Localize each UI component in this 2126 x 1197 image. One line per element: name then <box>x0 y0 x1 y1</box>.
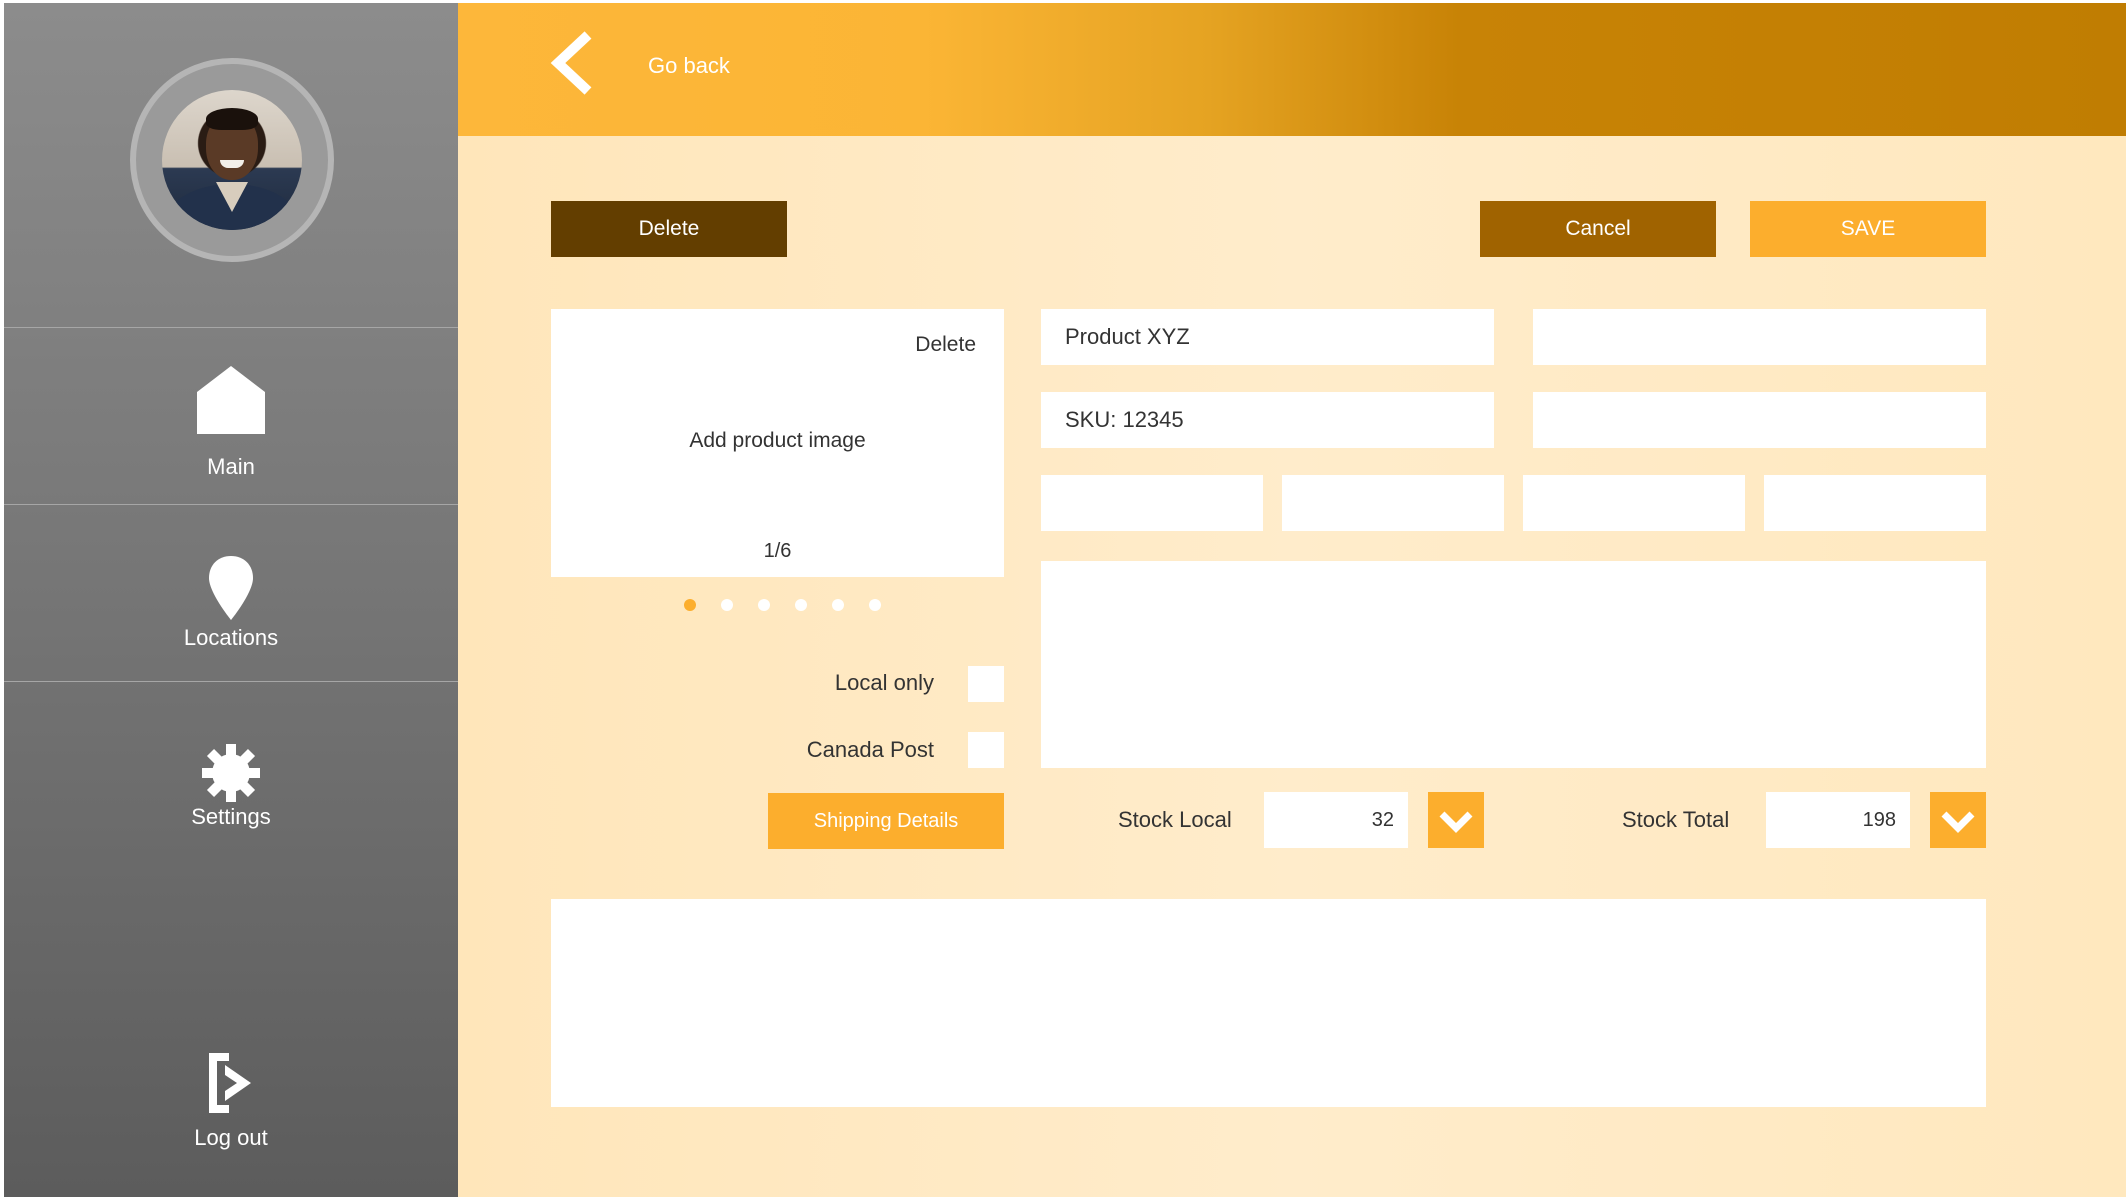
sidebar-item-label: Locations <box>183 625 279 650</box>
sidebar-item-label: Main <box>207 454 255 479</box>
home-icon <box>197 366 265 434</box>
chevron-down-icon <box>1439 811 1473 833</box>
stock-local-dropdown[interactable] <box>1428 792 1484 848</box>
stock-local-label: Stock Local <box>1118 807 1232 832</box>
image-counter: 1/6 <box>763 540 792 562</box>
sidebar-item-label: Settings <box>191 804 271 829</box>
sidebar: Main Locations Settings Log out <box>4 3 458 1197</box>
cancel-button[interactable]: Cancel <box>1480 201 1716 257</box>
profile-section <box>4 3 458 328</box>
avatar[interactable] <box>162 90 302 230</box>
canada-post-checkbox[interactable] <box>968 732 1004 768</box>
sidebar-item-logout[interactable]: Log out <box>4 1033 458 1173</box>
header-bar: Go back <box>458 3 2126 136</box>
sidebar-item-locations[interactable]: Locations <box>4 505 458 682</box>
sidebar-item-settings[interactable]: Settings <box>4 682 458 858</box>
description-textarea[interactable] <box>1041 561 1986 768</box>
pagination-dot[interactable] <box>758 599 770 611</box>
stock-total-label: Stock Total <box>1622 807 1730 832</box>
product-name-field[interactable]: Product XYZ <box>1041 309 1494 365</box>
pagination-dot[interactable] <box>721 599 733 611</box>
avatar-ring <box>130 58 334 262</box>
pagination-dot[interactable] <box>832 599 844 611</box>
pagination-dot[interactable] <box>869 599 881 611</box>
field-empty-2[interactable] <box>1533 392 1986 448</box>
go-back-link[interactable]: Go back <box>648 53 730 79</box>
field-empty-1[interactable] <box>1533 309 1986 365</box>
shipping-details-button[interactable]: Shipping Details <box>768 793 1004 849</box>
delete-button[interactable]: Delete <box>551 201 787 257</box>
field-small-3[interactable] <box>1523 475 1745 531</box>
sidebar-item-label: Log out <box>194 1125 268 1150</box>
stock-total-input[interactable]: 198 <box>1766 792 1910 848</box>
field-small-1[interactable] <box>1041 475 1263 531</box>
local-only-label: Local only <box>834 670 934 695</box>
chevron-left-icon[interactable] <box>550 31 596 95</box>
field-small-2[interactable] <box>1282 475 1504 531</box>
stock-total-dropdown[interactable] <box>1930 792 1986 848</box>
stock-local-input[interactable]: 32 <box>1264 792 1408 848</box>
save-button[interactable]: SAVE <box>1750 201 1986 257</box>
logout-icon <box>209 1053 251 1113</box>
pagination-dot[interactable] <box>684 599 696 611</box>
sku-field[interactable]: SKU: 12345 <box>1041 392 1494 448</box>
gear-icon <box>202 744 260 802</box>
notes-textarea[interactable] <box>551 899 1986 1107</box>
delete-image-link[interactable]: Delete <box>915 333 976 357</box>
sidebar-item-main[interactable]: Main <box>4 328 458 505</box>
chevron-down-icon <box>1941 811 1975 833</box>
field-small-4[interactable] <box>1764 475 1986 531</box>
location-pin-icon <box>209 556 253 620</box>
add-product-image-label[interactable]: Add product image <box>551 429 1004 453</box>
canada-post-label: Canada Post <box>806 737 934 762</box>
image-pagination <box>684 599 884 613</box>
pagination-dot[interactable] <box>795 599 807 611</box>
local-only-checkbox[interactable] <box>968 666 1004 702</box>
product-editor: Delete Cancel SAVE Delete Add product im… <box>458 136 2126 1197</box>
product-image-panel[interactable]: Delete Add product image 1/6 <box>551 309 1004 577</box>
